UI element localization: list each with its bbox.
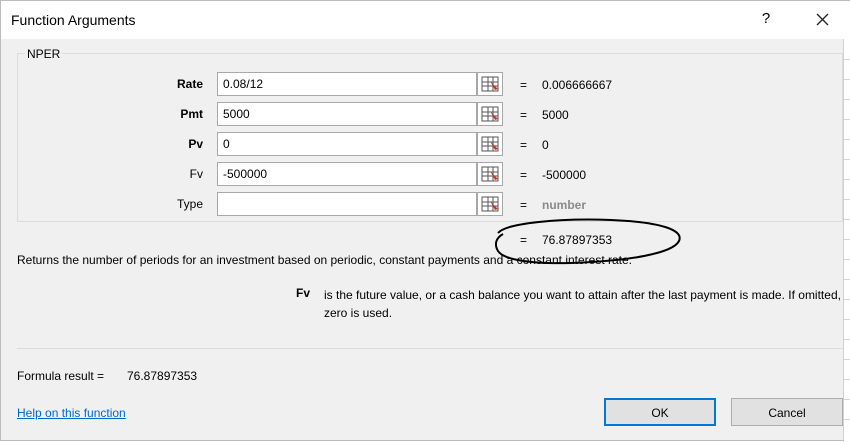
equals-sign: = [520,78,528,92]
type-input[interactable] [217,192,477,216]
fv-input[interactable] [217,162,477,186]
arg-label-pv: Pv [188,137,203,151]
function-result: 76.87897353 [542,233,613,247]
param-name: Fv [296,286,311,300]
pmt-input[interactable] [217,102,477,126]
arg-label-pmt: Pmt [180,107,203,121]
equals-sign: = [520,138,528,152]
arg-label-type: Type [176,197,203,211]
fv-result: -500000 [542,168,587,182]
function-arguments-dialog: Function Arguments ? NPER Rate 0.08/12 =… [0,0,850,442]
arg-label-rate: Rate [176,77,203,91]
equals-sign: = [520,198,528,212]
arg-label-fv: Fv [189,167,203,181]
cancel-button[interactable]: Cancel [731,398,843,426]
dialog-title: Function Arguments [11,12,136,28]
collapse-dialog-icon[interactable] [477,192,503,216]
pv-result: 0 [542,138,549,152]
equals-sign: = [520,168,528,182]
collapse-dialog-icon[interactable] [477,132,503,156]
function-name: NPER [25,47,63,61]
help-icon[interactable]: ? [753,6,779,32]
formula-result-label: Formula result = [17,369,105,383]
help-link[interactable]: Help on this function [17,406,126,420]
formula-result-value: 76.87897353 [127,369,198,383]
equals-sign: = [520,108,528,122]
title-bar: Function Arguments ? [1,1,850,39]
collapse-dialog-icon[interactable] [477,102,503,126]
ok-button[interactable]: OK [604,398,716,426]
pv-input[interactable] [217,132,477,156]
rate-input[interactable] [217,72,477,96]
collapse-dialog-icon[interactable] [477,162,503,186]
pmt-result: 5000 [542,108,569,122]
param-description: is the future value, or a cash balance y… [324,288,841,320]
close-icon[interactable] [807,6,837,32]
function-description: Returns the number of periods for an inv… [17,253,633,267]
rate-result: 0.006666667 [542,78,613,92]
collapse-dialog-icon[interactable] [477,72,503,96]
type-result: number [542,198,587,212]
equals-sign: = [520,233,528,247]
spreadsheet-grid-edge [843,39,850,442]
divider [17,348,843,349]
